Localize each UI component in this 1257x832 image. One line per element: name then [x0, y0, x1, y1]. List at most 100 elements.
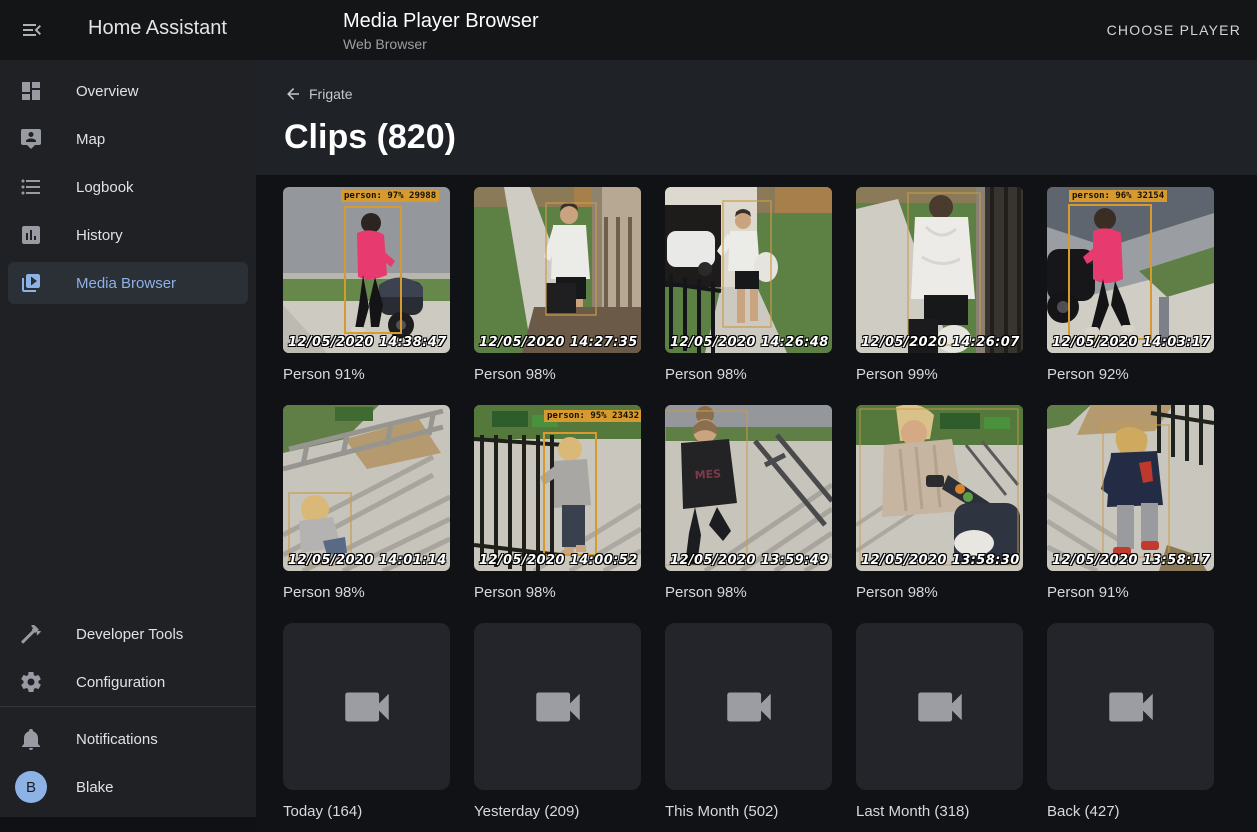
folder-tile[interactable]	[1047, 623, 1214, 790]
bell-icon	[19, 727, 43, 751]
page-subtitle: Web Browser	[343, 35, 539, 53]
clip-item[interactable]: 12/05/2020 14:27:35 Person 98%	[474, 187, 641, 383]
content-body: person: 97% 29988 12/05/2020 14:38:47 Pe…	[256, 175, 1257, 832]
folder-label: Back (427)	[1047, 803, 1214, 820]
clip-thumbnail[interactable]: 12/05/2020 14:26:07	[856, 187, 1023, 353]
sidebar-item-label: Media Browser	[76, 275, 176, 292]
clip-thumbnail[interactable]: person: 97% 29988 12/05/2020 14:38:47	[283, 187, 450, 353]
clip-timestamp: 12/05/2020 13:58:30	[861, 553, 1020, 568]
clip-thumbnail[interactable]: MES 12/05/2020 13:59:49	[665, 405, 832, 571]
video-icon	[911, 678, 969, 736]
page-title-block: Media Player Browser Web Browser	[343, 9, 539, 53]
media-browser-content: Frigate Clips (820)	[256, 60, 1257, 817]
clip-item[interactable]: person: 95% 23432 12/05/2020 14:00:52 Pe…	[474, 405, 641, 601]
clip-timestamp: 12/05/2020 14:01:14	[288, 553, 447, 568]
clip-scene	[856, 187, 1023, 353]
clip-timestamp: 12/05/2020 14:26:07	[861, 335, 1020, 350]
sidebar-item-profile[interactable]: B Blake	[0, 763, 256, 811]
clip-caption: Person 98%	[856, 584, 1023, 601]
clip-timestamp: 12/05/2020 13:59:49	[670, 553, 829, 568]
app-title: Home Assistant	[88, 17, 227, 40]
view-dashboard-icon	[19, 79, 43, 103]
clip-scene: MES	[665, 405, 832, 571]
folder-label: Last Month (318)	[856, 803, 1023, 820]
folder-item-last-month[interactable]: Last Month (318)	[856, 623, 1023, 820]
sidebar-item-label: History	[76, 227, 123, 244]
clip-scene	[283, 187, 450, 353]
sidebar-item-map[interactable]: Map	[0, 115, 256, 163]
clip-scene	[474, 405, 641, 571]
sidebar-item-history[interactable]: History	[0, 211, 256, 259]
avatar: B	[15, 771, 47, 803]
clip-caption: Person 92%	[1047, 366, 1214, 383]
clip-caption: Person 91%	[1047, 584, 1214, 601]
clip-item[interactable]: 12/05/2020 14:26:48 Person 98%	[665, 187, 832, 383]
sidebar-item-label: Configuration	[76, 674, 165, 691]
clip-caption: Person 91%	[283, 366, 450, 383]
page-title: Media Player Browser	[343, 9, 539, 33]
clip-scene	[474, 187, 641, 353]
sidebar-item-logbook[interactable]: Logbook	[0, 163, 256, 211]
clip-thumbnail[interactable]: 12/05/2020 14:26:48	[665, 187, 832, 353]
clip-thumbnail[interactable]: 12/05/2020 14:27:35	[474, 187, 641, 353]
clip-item[interactable]: person: 97% 29988 12/05/2020 14:38:47 Pe…	[283, 187, 450, 383]
folder-tile[interactable]	[856, 623, 1023, 790]
sidebar-item-label: Map	[76, 131, 105, 148]
clip-thumbnail[interactable]: person: 96% 32154 12/05/2020 14:03:17	[1047, 187, 1214, 353]
clips-grid: person: 97% 29988 12/05/2020 14:38:47 Pe…	[256, 175, 1257, 820]
clip-scene	[1047, 187, 1214, 353]
folder-item-yesterday[interactable]: Yesterday (209)	[474, 623, 641, 820]
tooltip-account-icon	[19, 127, 43, 151]
breadcrumb-back[interactable]: Frigate	[284, 85, 353, 103]
clip-item[interactable]: 12/05/2020 13:58:17 Person 91%	[1047, 405, 1214, 601]
clip-caption: Person 98%	[474, 366, 641, 383]
clip-timestamp: 12/05/2020 14:26:48	[670, 335, 829, 350]
clip-item[interactable]: MES 12/05/2020 13:59:49 Person 98%	[665, 405, 832, 601]
clip-item[interactable]: 12/05/2020 14:26:07 Person 99%	[856, 187, 1023, 383]
folder-tile[interactable]	[283, 623, 450, 790]
clip-item[interactable]: person: 96% 32154 12/05/2020 14:03:17 Pe…	[1047, 187, 1214, 383]
clip-thumbnail[interactable]: person: 95% 23432 12/05/2020 14:00:52	[474, 405, 641, 571]
clip-thumbnail[interactable]: 12/05/2020 14:01:14	[283, 405, 450, 571]
clip-caption: Person 98%	[665, 366, 832, 383]
folder-tile[interactable]	[665, 623, 832, 790]
sidebar-item-media-browser[interactable]: Media Browser	[0, 259, 256, 307]
menu-open-icon[interactable]	[12, 10, 52, 50]
clip-timestamp: 12/05/2020 14:00:52	[479, 553, 638, 568]
folder-tile[interactable]	[474, 623, 641, 790]
folder-item-this-month[interactable]: This Month (502)	[665, 623, 832, 820]
sidebar-item-configuration[interactable]: Configuration	[0, 658, 256, 706]
clip-thumbnail[interactable]: 12/05/2020 13:58:17	[1047, 405, 1214, 571]
video-icon	[338, 678, 396, 736]
sidebar-divider	[0, 706, 256, 707]
clip-scene	[665, 187, 832, 353]
clip-item[interactable]: 12/05/2020 13:58:30 Person 98%	[856, 405, 1023, 601]
folder-item-back[interactable]: Back (427)	[1047, 623, 1214, 820]
video-icon	[720, 678, 778, 736]
content-header: Frigate Clips (820)	[256, 60, 1257, 175]
clip-scene	[283, 405, 450, 571]
section-title: Clips (820)	[284, 118, 1257, 157]
folder-item-today[interactable]: Today (164)	[283, 623, 450, 820]
clip-thumbnail[interactable]: 12/05/2020 13:58:30	[856, 405, 1023, 571]
sidebar-item-label: Notifications	[76, 731, 158, 748]
chart-box-icon	[19, 223, 43, 247]
clip-caption: Person 98%	[283, 584, 450, 601]
folder-label: Today (164)	[283, 803, 450, 820]
sidebar-item-developer-tools[interactable]: Developer Tools	[0, 610, 256, 658]
clip-timestamp: 12/05/2020 14:03:17	[1052, 335, 1211, 350]
arrow-left-icon	[284, 85, 302, 103]
clip-timestamp: 12/05/2020 14:38:47	[288, 335, 447, 350]
clip-item[interactable]: 12/05/2020 14:01:14 Person 98%	[283, 405, 450, 601]
clip-caption: Person 98%	[474, 584, 641, 601]
format-list-bulleted-icon	[19, 175, 43, 199]
choose-player-button[interactable]: CHOOSE PLAYER	[1107, 14, 1241, 46]
folder-label: Yesterday (209)	[474, 803, 641, 820]
sidebar: Overview Map Logbook History Media Brows…	[0, 60, 256, 817]
clip-scene	[856, 405, 1023, 571]
sidebar-item-label: Overview	[76, 83, 139, 100]
user-name: Blake	[76, 779, 114, 796]
sidebar-item-overview[interactable]: Overview	[0, 67, 256, 115]
hammer-icon	[19, 622, 43, 646]
sidebar-item-notifications[interactable]: Notifications	[0, 715, 256, 763]
